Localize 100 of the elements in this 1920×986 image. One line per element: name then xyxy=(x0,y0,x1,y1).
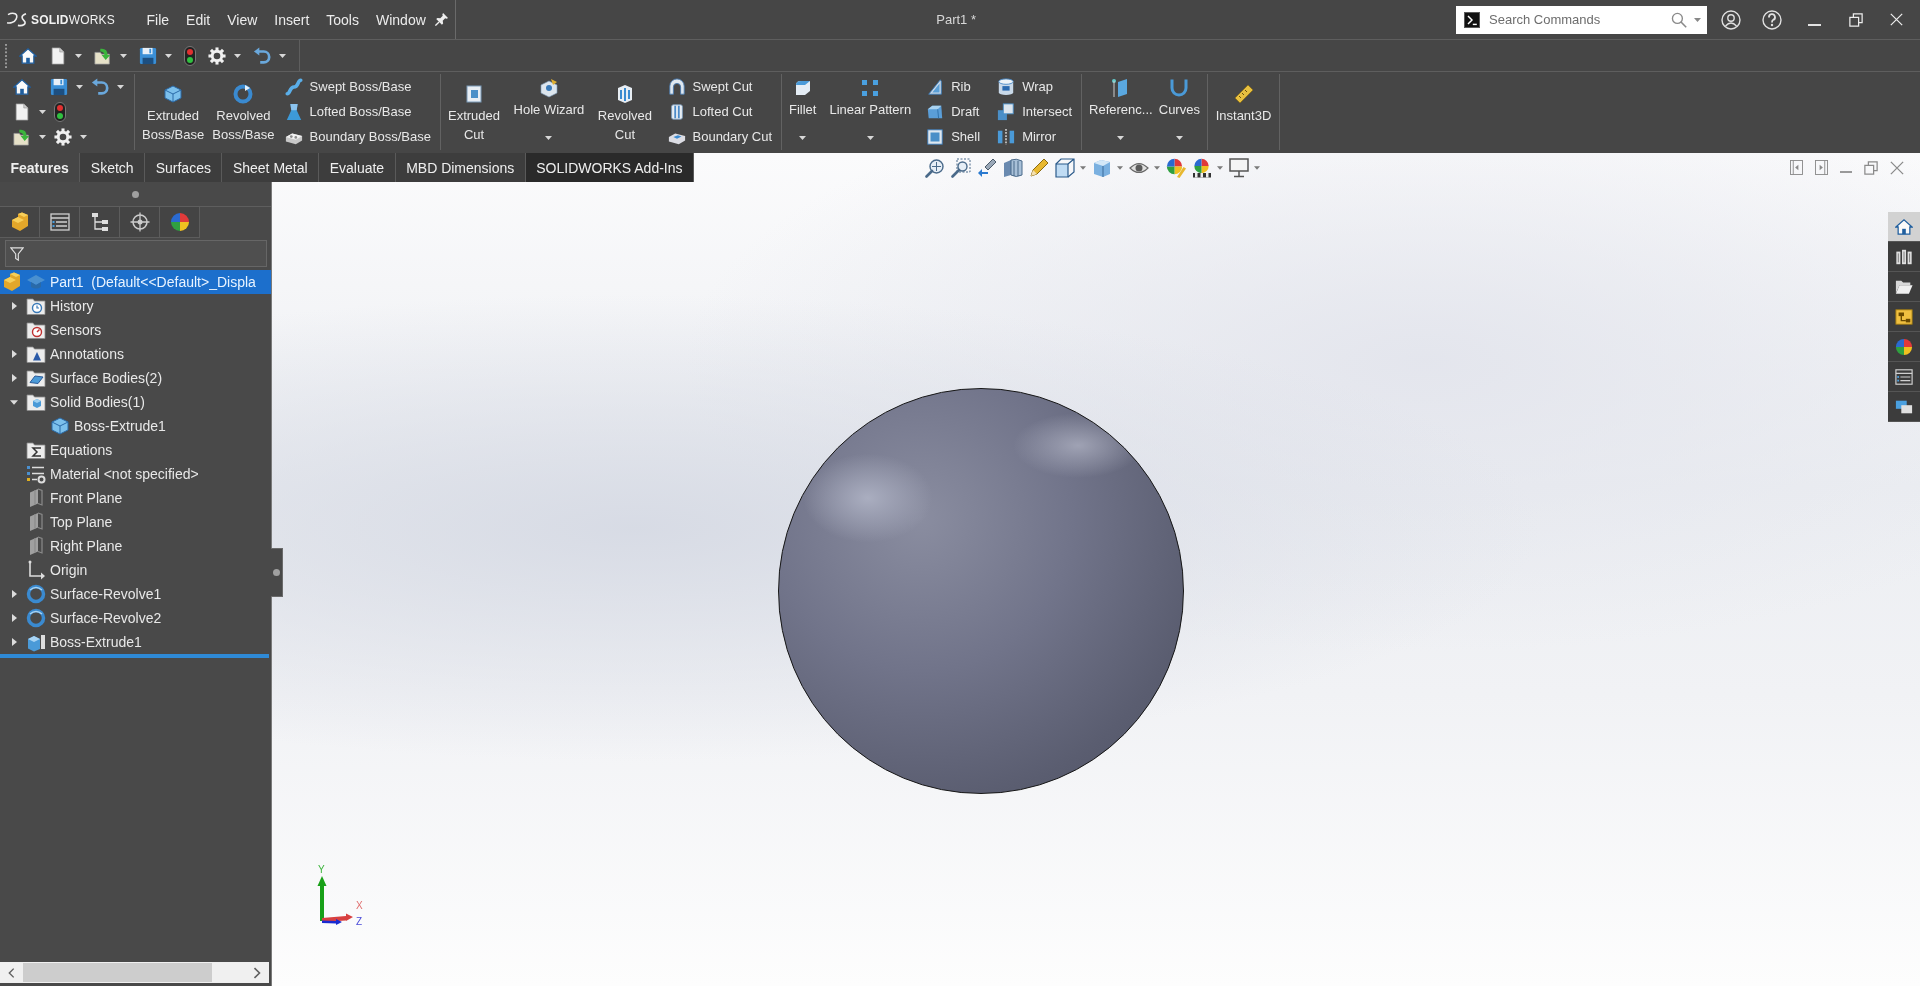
command-tab[interactable]: Sheet Metal xyxy=(222,153,320,182)
caret-right-icon[interactable] xyxy=(11,614,17,622)
tree-item[interactable]: Sensors xyxy=(0,318,271,342)
grip-dot-icon[interactable] xyxy=(132,190,139,198)
tree-item[interactable]: Boss-Extrude1 xyxy=(0,414,271,438)
ribbon-button[interactable]: Rib xyxy=(921,74,986,99)
caret-right-icon[interactable] xyxy=(11,350,17,358)
command-tab[interactable]: Surfaces xyxy=(145,153,223,182)
tree-item[interactable]: Surface-Revolve1 xyxy=(0,582,271,606)
traffic-light-icon[interactable] xyxy=(54,101,66,122)
undo-icon[interactable] xyxy=(253,46,271,65)
gear-icon[interactable] xyxy=(54,127,72,146)
caret-icon[interactable] xyxy=(1117,165,1123,170)
ribbon-button[interactable]: Swept Cut xyxy=(662,74,777,99)
tree-item[interactable]: Front Plane xyxy=(0,486,271,510)
tree-item[interactable]: Right Plane xyxy=(0,534,271,558)
undo-icon[interactable] xyxy=(91,77,109,96)
tree-item[interactable]: Origin xyxy=(0,558,271,582)
ribbon-button[interactable]: Linear Pattern xyxy=(826,74,915,150)
task-pane-tab[interactable] xyxy=(1888,302,1920,332)
caret-icon[interactable] xyxy=(1080,165,1086,170)
panel-tab[interactable] xyxy=(40,207,80,238)
caret-right-icon[interactable] xyxy=(11,638,17,646)
help-icon[interactable] xyxy=(1762,9,1782,30)
color-ball-pencil-icon[interactable] xyxy=(1166,157,1186,178)
caret-right-icon[interactable] xyxy=(11,590,17,598)
document-icon[interactable] xyxy=(49,46,67,65)
ribbon-button[interactable]: Referenc... xyxy=(1086,74,1156,150)
ribbon-button[interactable]: Extruded Cut xyxy=(445,74,504,150)
caret-right-icon[interactable] xyxy=(11,302,17,310)
panel-tab[interactable] xyxy=(80,207,120,238)
task-pane-tab[interactable] xyxy=(1888,272,1920,302)
caret-icon[interactable] xyxy=(1154,165,1160,170)
panel-tab[interactable] xyxy=(160,207,200,238)
pencil-icon[interactable] xyxy=(1029,157,1049,178)
panel-tab[interactable] xyxy=(0,207,40,238)
command-tab[interactable]: Evaluate xyxy=(319,153,396,182)
tree-item[interactable]: Equations xyxy=(0,438,271,462)
ribbon-button[interactable]: Shell xyxy=(921,124,986,149)
ribbon-button[interactable]: Boundary Boss/Base xyxy=(279,124,436,149)
sectioned-block-icon[interactable] xyxy=(1003,157,1023,178)
home-icon[interactable] xyxy=(13,77,31,96)
ribbon-button[interactable]: Swept Boss/Base xyxy=(279,74,436,99)
menu-item[interactable]: File xyxy=(138,9,178,30)
search-icon[interactable] xyxy=(1671,11,1687,28)
pane-left-icon[interactable] xyxy=(1790,160,1803,175)
caret-icon[interactable] xyxy=(1254,165,1260,170)
caret-icon[interactable] xyxy=(234,53,241,58)
caret-icon[interactable] xyxy=(76,84,83,89)
tree-item[interactable]: Annotations xyxy=(0,342,271,366)
panel-collapse-handle[interactable] xyxy=(271,548,283,597)
caret-icon[interactable] xyxy=(75,53,82,58)
caret-right-icon[interactable] xyxy=(11,374,17,382)
ribbon-button[interactable]: Wrap xyxy=(992,74,1077,99)
search-box[interactable]: Search Commands xyxy=(1456,5,1707,34)
filter-field[interactable] xyxy=(5,240,267,267)
tree-item[interactable]: Solid Bodies(1) xyxy=(0,390,271,414)
pane-right-icon[interactable] xyxy=(1815,160,1828,175)
menu-item[interactable]: View xyxy=(218,9,266,30)
ribbon-button[interactable]: Curves xyxy=(1155,74,1203,150)
ribbon-button[interactable]: Fillet xyxy=(786,74,820,150)
wireframe-cube-icon[interactable] xyxy=(1055,157,1075,178)
command-tab[interactable]: MBD Dimensions xyxy=(395,153,526,182)
traffic-light-icon[interactable] xyxy=(184,45,196,66)
folder-arrow-icon[interactable] xyxy=(13,127,31,146)
menu-item[interactable]: Edit xyxy=(177,9,219,30)
tree-item[interactable]: Top Plane xyxy=(0,510,271,534)
ribbon-button[interactable]: Revolved Cut xyxy=(594,74,655,150)
ribbon-button[interactable]: Hole Wizard xyxy=(510,74,588,150)
ribbon-button[interactable]: Lofted Cut xyxy=(662,99,777,124)
ribbon-button[interactable]: Lofted Boss/Base xyxy=(279,99,436,124)
caret-icon[interactable] xyxy=(39,134,46,139)
ribbon-button[interactable]: Instant3D xyxy=(1212,74,1275,150)
tree-item[interactable]: Material <not specified> xyxy=(0,462,271,486)
command-tab[interactable]: SOLIDWORKS Add-Ins xyxy=(525,153,695,182)
caret-icon[interactable] xyxy=(39,109,46,114)
task-pane-tab[interactable] xyxy=(1888,242,1920,272)
home-icon[interactable] xyxy=(19,46,37,65)
caret-icon[interactable] xyxy=(1217,165,1223,170)
caret-icon[interactable] xyxy=(165,53,172,58)
ribbon-button[interactable]: Draft xyxy=(921,99,986,124)
tree-item[interactable]: Surface-Revolve2 xyxy=(0,606,271,630)
minimize-icon[interactable] xyxy=(1808,23,1821,26)
command-tab[interactable]: Sketch xyxy=(80,153,146,182)
scrollbar-thumb[interactable] xyxy=(23,963,212,982)
magnifier-frame-icon[interactable] xyxy=(951,157,971,178)
search-field[interactable]: Search Commands xyxy=(1480,8,1671,31)
pin-icon[interactable] xyxy=(435,13,449,26)
user-icon[interactable] xyxy=(1721,9,1741,30)
ribbon-button[interactable]: Revolved Boss/Base xyxy=(209,74,278,150)
gear-icon[interactable] xyxy=(208,46,226,65)
tree-item[interactable]: Surface Bodies(2) xyxy=(0,366,271,390)
panel-tab[interactable] xyxy=(120,207,160,238)
caret-icon[interactable] xyxy=(80,134,87,139)
menu-item[interactable]: Insert xyxy=(265,9,318,30)
caret-down-icon[interactable] xyxy=(10,399,18,405)
chevron-left-icon[interactable] xyxy=(8,966,15,979)
caret-icon[interactable] xyxy=(120,53,127,58)
folder-arrow-icon[interactable] xyxy=(94,46,112,65)
tree-item[interactable]: History xyxy=(0,294,271,318)
